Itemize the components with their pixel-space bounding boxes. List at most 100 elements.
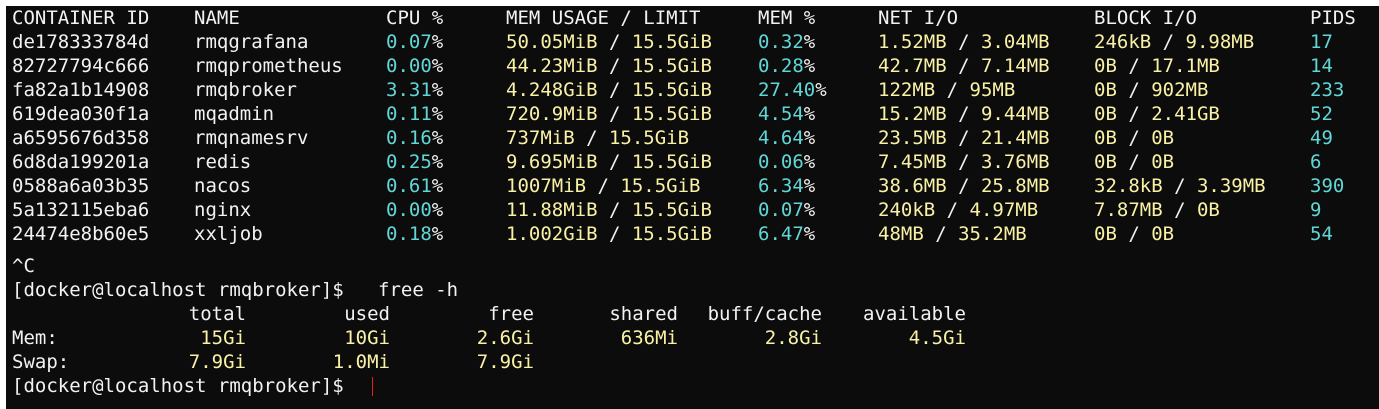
free-header-cell: buff/cache (707, 303, 822, 325)
stats-header-cell: PIDS (1310, 7, 1356, 29)
separator: / (935, 199, 970, 221)
cpu-value: 0.18 (386, 223, 432, 245)
net-out: 21.4MB (980, 127, 1050, 149)
container-name: xxljob (194, 223, 263, 245)
container-name: rmqprometheus (194, 55, 343, 77)
free-value: 636Mi (620, 327, 678, 349)
mem-limit: 15.5GiB (631, 151, 712, 173)
mem-limit: 15.5GiB (631, 79, 712, 101)
stats-header-row: CONTAINER ID NAME CPU % MEM USAGE / LIMIT ME… (6, 6, 1379, 30)
mem-percent-value: 4.64 (758, 127, 804, 149)
separator: / (935, 79, 970, 101)
container-id: 82727794c666 (12, 55, 150, 77)
command-line: [docker@localhost rmqbroker]$ free -h (6, 278, 1379, 302)
mem-used: 720.9MiB (506, 103, 598, 125)
percent-sign: % (431, 127, 444, 149)
free-value: 10Gi (344, 327, 390, 349)
container-name: nginx (194, 199, 252, 221)
separator: / (597, 103, 632, 125)
stats-row: 0588a6a03b35 nacos 0.61% 1007MiB / 15.5GiB 6… (6, 174, 1379, 198)
percent-sign: % (803, 31, 816, 53)
block-out: 0B (1151, 151, 1175, 173)
net-in: 15.2MB (878, 103, 947, 125)
block-in: 0B (1094, 151, 1117, 173)
free-value: 2.8Gi (764, 327, 822, 349)
mem-percent-value: 0.32 (758, 31, 804, 53)
container-id: de178333784d (12, 31, 150, 53)
pids-value: 390 (1310, 175, 1345, 197)
terminal-window[interactable]: CONTAINER ID NAME CPU % MEM USAGE / LIMIT ME… (6, 6, 1379, 409)
separator: / (1116, 103, 1152, 125)
stats-row: 5a132115eba6 nginx 0.00% 11.88MiB / 15.5GiB… (6, 198, 1379, 222)
net-out: 95MB (969, 79, 1016, 101)
separator: / (597, 223, 632, 245)
free-value: 1.0Mi (332, 351, 390, 373)
block-out: 0B (1196, 199, 1220, 221)
separator: / (597, 55, 632, 77)
percent-sign: % (803, 103, 816, 125)
percent-sign: % (431, 151, 444, 173)
stats-row: a6595676d358 rmqnamesrv 0.16% 737MiB / 15.5… (6, 126, 1379, 150)
pids-value: 6 (1310, 151, 1322, 173)
free-row: Mem: 15Gi 10Gi 2.6Gi 636Mi 2.8Gi 4.5Gi (6, 326, 1379, 350)
mem-used: 1007MiB (506, 175, 587, 197)
cpu-value: 0.07 (386, 31, 432, 53)
container-id: 0588a6a03b35 (12, 175, 150, 197)
separator: / (1116, 55, 1152, 77)
separator: / (1116, 223, 1152, 245)
mem-used: 737MiB (506, 127, 575, 149)
cpu-value: 0.11 (386, 103, 432, 125)
container-id: 6d8da199201a (12, 151, 150, 173)
net-in: 7.45MB (878, 151, 947, 173)
net-in: 23.5MB (878, 127, 947, 149)
stats-row: 82727794c666 rmqprometheus 0.00% 44.23MiB /… (6, 54, 1379, 78)
block-out: 17.1MB (1151, 55, 1220, 77)
interrupt-line: ^C (6, 254, 1379, 278)
stats-row: 619dea030f1a mqadmin 0.11% 720.9MiB / 15.5G… (6, 102, 1379, 126)
mem-percent-value: 6.47 (758, 223, 804, 245)
separator: / (946, 151, 981, 173)
net-in: 1.52MB (878, 31, 947, 53)
cpu-value: 0.00 (386, 199, 432, 221)
percent-sign: % (431, 223, 444, 245)
stats-header-cell: MEM % (758, 7, 816, 29)
mem-used: 1.002GiB (506, 223, 598, 245)
mem-limit: 15.5GiB (631, 55, 712, 77)
net-out: 7.14MB (980, 55, 1050, 77)
separator: / (586, 175, 621, 197)
net-out: 35.2MB (958, 223, 1027, 245)
separator: / (1162, 199, 1197, 221)
cpu-value: 0.00 (386, 55, 432, 77)
percent-sign: % (803, 55, 816, 77)
prompt-line[interactable]: [docker@localhost rmqbroker]$ (6, 374, 1379, 398)
separator: / (923, 223, 959, 245)
block-in: 0B (1094, 127, 1117, 149)
stats-header-cell: CPU % (386, 7, 444, 29)
separator: / (1116, 127, 1152, 149)
cpu-value: 3.31 (386, 79, 432, 101)
mem-limit: 15.5GiB (631, 31, 712, 53)
pids-value: 14 (1310, 55, 1333, 77)
container-name: rmqgrafana (194, 31, 309, 53)
separator: / (574, 127, 609, 149)
free-header-row: total used free shared buff/cache available (6, 302, 1379, 326)
cpu-value: 0.25 (386, 151, 432, 173)
stats-row: de178333784d rmqgrafana 0.07% 50.05MiB / 15… (6, 30, 1379, 54)
block-out: 2.41GB (1151, 103, 1220, 125)
separator: / (597, 151, 632, 173)
percent-sign: % (431, 55, 444, 77)
container-name: rmqnamesrv (194, 127, 309, 149)
cpu-value: 0.16 (386, 127, 432, 149)
mem-limit: 15.5GiB (620, 175, 701, 197)
block-in: 0B (1094, 103, 1117, 125)
percent-sign: % (431, 103, 444, 125)
free-value: 7.9Gi (476, 351, 534, 373)
separator: / (597, 79, 632, 101)
percent-sign: % (431, 31, 444, 53)
net-out: 9.44MB (980, 103, 1050, 125)
separator: / (946, 175, 981, 197)
separator: / (946, 127, 981, 149)
pids-value: 54 (1310, 223, 1333, 245)
free-value: 4.5Gi (908, 327, 966, 349)
percent-sign: % (815, 79, 827, 101)
